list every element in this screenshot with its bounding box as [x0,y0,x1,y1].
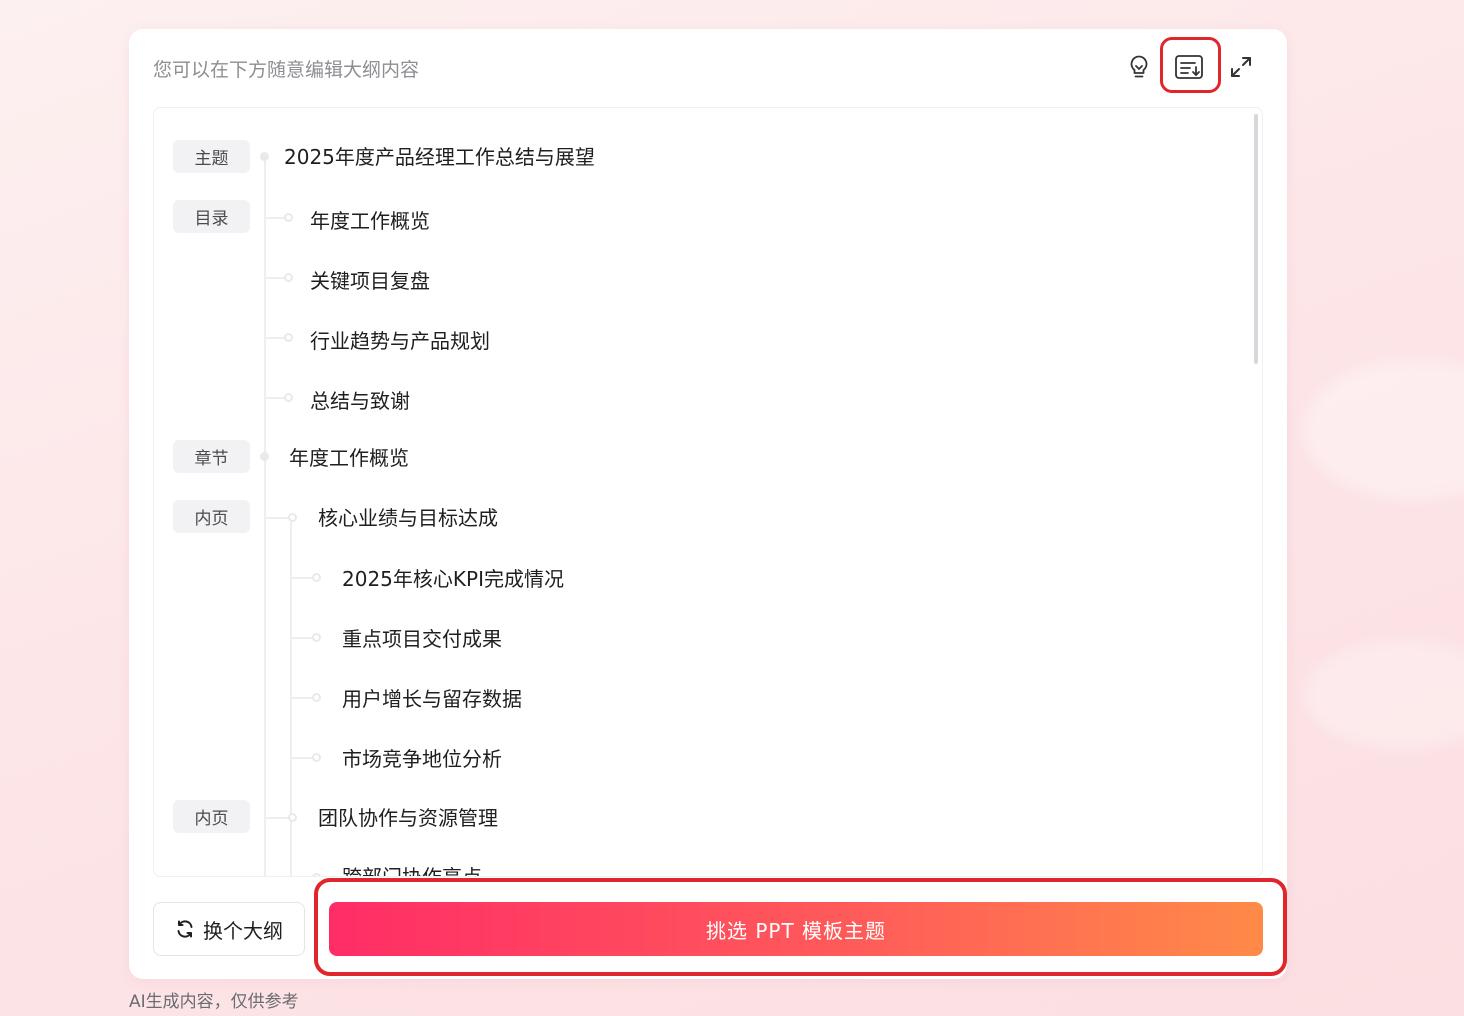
download-outline-icon[interactable] [1169,49,1209,85]
tree-node-dot [284,393,293,402]
tree-node-dot [260,152,269,161]
tree-node-dot [288,513,297,522]
background-decoration [1304,640,1464,750]
tree-connector [291,637,313,639]
tree-connector [290,522,292,876]
tree-connector [265,337,285,339]
tree-connector [265,517,289,519]
tag-page: 内页 [173,500,250,533]
tree-connector [265,217,285,219]
tree-node-dot [312,633,321,642]
outline-topic[interactable]: 2025年度产品经理工作总结与展望 [284,141,595,170]
refresh-icon [177,920,193,938]
tree-connector [291,577,313,579]
background-decoration [1304,360,1464,500]
outline-tree[interactable]: 主题 2025年度产品经理工作总结与展望 目录 年度工作概览 关键项目复盘 行业… [153,107,1263,877]
page-item[interactable]: 重点项目交付成果 [342,623,502,652]
expand-icon[interactable] [1221,49,1261,85]
page-title[interactable]: 团队协作与资源管理 [318,802,498,831]
tree-connector [265,817,289,819]
lightbulb-icon[interactable] [1119,49,1159,85]
scrollbar[interactable] [1254,114,1258,364]
toc-item[interactable]: 总结与致谢 [310,385,410,414]
tree-node-dot [260,452,269,461]
choose-ppt-template-button[interactable]: 挑选 PPT 模板主题 [329,902,1263,956]
chapter-title[interactable]: 年度工作概览 [289,442,409,471]
tag-toc: 目录 [173,200,250,233]
page-title[interactable]: 核心业绩与目标达成 [318,502,498,531]
tree-node-dot [284,333,293,342]
tree-node-dot [312,873,321,876]
toc-item[interactable]: 关键项目复盘 [310,265,430,294]
tree-node-dot [284,273,293,282]
tree-node-dot [312,753,321,762]
tree-connector [265,277,285,279]
page-item[interactable]: 跨部门协作亮点 [342,861,482,876]
tree-node-dot [288,813,297,822]
page-item[interactable]: 市场竞争地位分析 [342,743,502,772]
toc-item[interactable]: 行业趋势与产品规划 [310,325,490,354]
tag-chapter: 章节 [173,440,250,473]
toc-item[interactable]: 年度工作概览 [310,205,430,234]
tag-topic: 主题 [173,140,250,173]
page-item[interactable]: 用户增长与留存数据 [342,683,522,712]
change-outline-button[interactable]: 换个大纲 [153,902,305,956]
ai-disclaimer: AI生成内容，仅供参考 [129,992,299,1012]
page-item[interactable]: 2025年核心KPI完成情况 [342,563,564,592]
tree-connector [291,757,313,759]
tree-node-dot [284,213,293,222]
tree-node-dot [312,693,321,702]
tree-node-dot [312,573,321,582]
outline-editor-card: 您可以在下方随意编辑大纲内容 主题 2025年度产品经理工作总结与展望 目录 年… [129,29,1287,979]
edit-hint: 您可以在下方随意编辑大纲内容 [153,59,420,81]
footer-actions: 换个大纲 挑选 PPT 模板主题 [129,878,1287,976]
tree-connector [265,397,285,399]
change-outline-label: 换个大纲 [203,918,283,943]
tag-page: 内页 [173,800,250,833]
tree-connector [291,697,313,699]
